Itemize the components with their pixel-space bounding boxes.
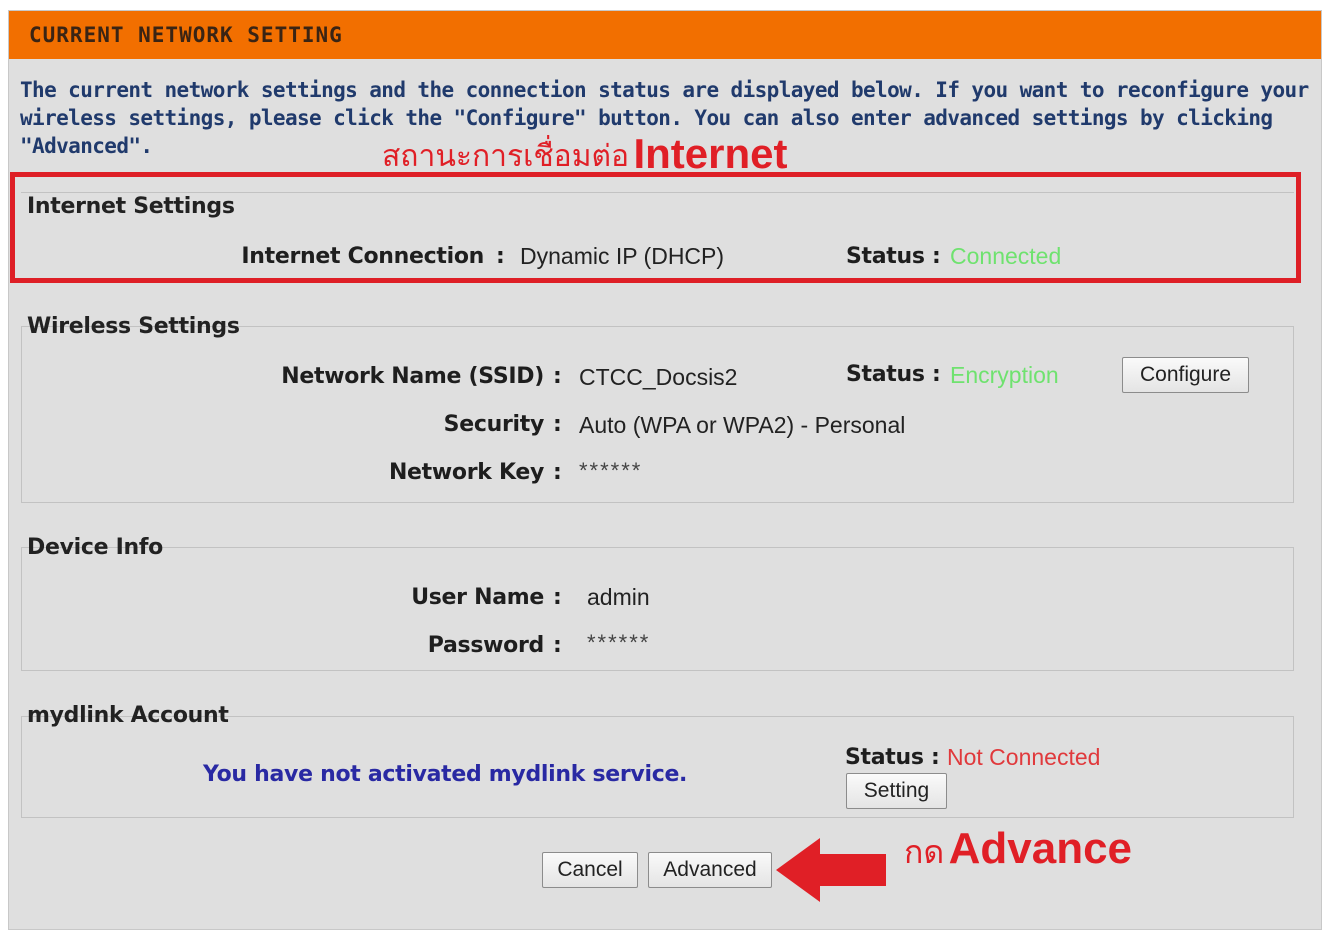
- colon: :: [553, 460, 562, 485]
- annotation-english-text: Internet: [633, 130, 788, 177]
- annotation-thai-text: สถานะการเชื่อมต่อ: [382, 140, 629, 173]
- password-value: ******: [587, 630, 651, 655]
- setting-button[interactable]: Setting: [846, 773, 947, 809]
- colon: :: [553, 585, 562, 610]
- annotation-english-text: Advance: [948, 824, 1133, 873]
- device-section: [21, 547, 1294, 671]
- network-key-label: Network Key: [388, 460, 544, 485]
- ssid-value: CTCC_Docsis2: [579, 364, 738, 390]
- wireless-status-label: Status :: [846, 362, 941, 387]
- colon: :: [553, 364, 562, 389]
- configure-button[interactable]: Configure: [1122, 357, 1249, 393]
- mydlink-status-label: Status :: [845, 745, 940, 770]
- username-label: User Name: [411, 585, 544, 610]
- internet-highlight-box: [10, 172, 1301, 283]
- ssid-label: Network Name (SSID): [281, 364, 544, 389]
- mydlink-message: You have not activated mydlink service.: [203, 762, 688, 787]
- wireless-settings-title: Wireless Settings: [27, 314, 240, 339]
- advance-annotation: กด Advance: [904, 824, 1132, 878]
- security-label: Security: [443, 412, 545, 437]
- arrow-left-icon: [776, 838, 886, 902]
- panel-header: CURRENT NETWORK SETTING: [9, 11, 1321, 59]
- page-title: CURRENT NETWORK SETTING: [29, 23, 343, 47]
- wireless-status-value: Encryption: [950, 362, 1059, 388]
- colon: :: [553, 633, 562, 658]
- device-info-title: Device Info: [27, 535, 163, 560]
- mydlink-account-title: mydlink Account: [27, 703, 229, 728]
- mydlink-status-value: Not Connected: [947, 744, 1101, 770]
- colon: :: [553, 412, 562, 437]
- advanced-button[interactable]: Advanced: [648, 852, 772, 888]
- username-value: admin: [587, 584, 650, 610]
- password-label: Password: [427, 633, 545, 658]
- network-key-value: ******: [579, 458, 643, 483]
- cancel-button[interactable]: Cancel: [542, 852, 638, 888]
- annotation-thai-text: กด: [904, 834, 945, 870]
- security-value: Auto (WPA or WPA2) - Personal: [579, 412, 906, 438]
